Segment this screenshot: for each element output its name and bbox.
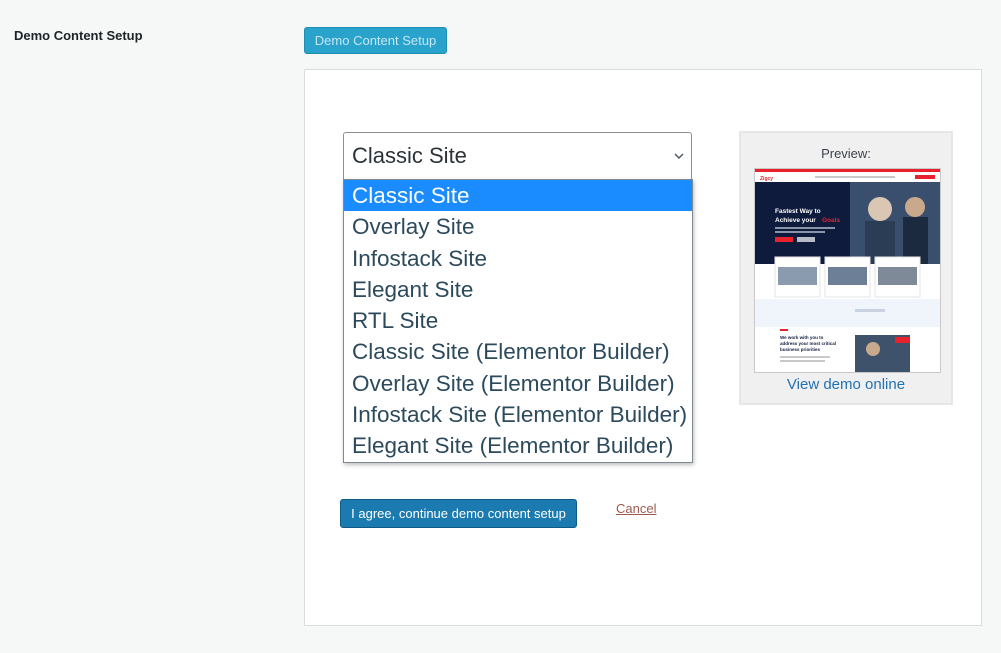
preview-thumbnail-image: Zigcy Fastest Way to Achieve your Goals [755, 169, 940, 372]
option-classic-site-elementor[interactable]: Classic Site (Elementor Builder) [344, 336, 692, 367]
chevron-down-icon [674, 153, 684, 160]
option-infostack-site[interactable]: Infostack Site [344, 243, 692, 274]
thumb-headline-2: Achieve your [775, 217, 816, 224]
preview-label: Preview: [821, 146, 871, 161]
preview-box: Preview: Zigcy Fastest Way to Achieve yo… [739, 131, 953, 405]
site-select-dropdown: Classic Site Overlay Site Infostack Site… [343, 179, 693, 463]
option-infostack-site-elementor[interactable]: Infostack Site (Elementor Builder) [344, 399, 692, 430]
agree-continue-button[interactable]: I agree, continue demo content setup [340, 499, 577, 528]
option-elegant-site[interactable]: Elegant Site [344, 274, 692, 305]
site-select[interactable]: Classic Site [343, 132, 692, 180]
option-elegant-site-elementor[interactable]: Elegant Site (Elementor Builder) [344, 430, 692, 461]
option-overlay-site[interactable]: Overlay Site [344, 211, 692, 242]
thumb-section-2: address your most critical [780, 341, 836, 346]
view-demo-online-link[interactable]: View demo online [741, 376, 951, 393]
thumb-section-1: We work with you to [780, 335, 824, 340]
thumb-headline-accent: Goals [822, 217, 840, 224]
demo-content-setup-button[interactable]: Demo Content Setup [304, 27, 447, 54]
setting-label: Demo Content Setup [14, 28, 143, 43]
option-classic-site[interactable]: Classic Site [344, 180, 692, 212]
cancel-link[interactable]: Cancel [616, 501, 656, 516]
thumb-section-3: business priorities [780, 347, 821, 352]
option-overlay-site-elementor[interactable]: Overlay Site (Elementor Builder) [344, 368, 692, 399]
site-select-value: Classic Site [352, 143, 467, 168]
option-rtl-site[interactable]: RTL Site [344, 305, 692, 336]
thumb-headline-1: Fastest Way to [775, 208, 821, 215]
preview-thumbnail: Zigcy Fastest Way to Achieve your Goals [754, 168, 941, 373]
thumb-logo: Zigcy [760, 176, 773, 182]
